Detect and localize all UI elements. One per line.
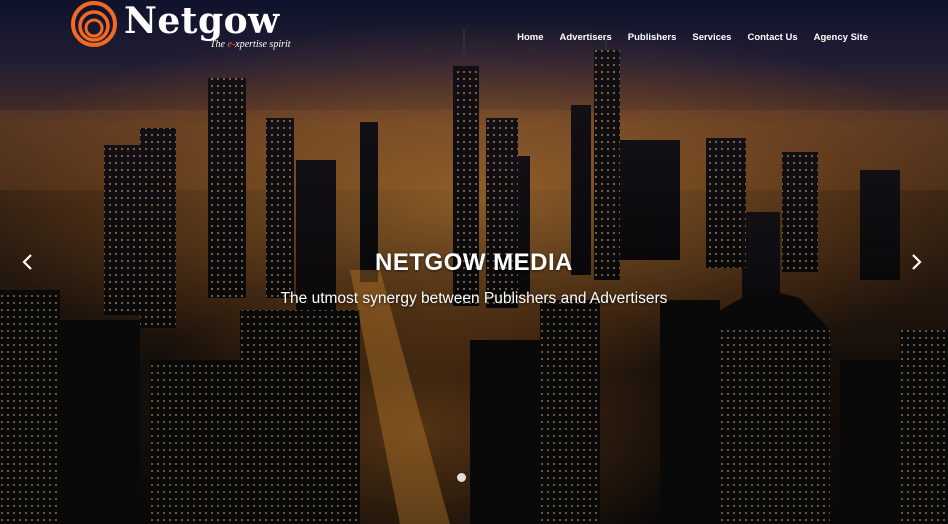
carousel-prev-button[interactable] [18, 252, 38, 272]
nav-advertisers[interactable]: Advertisers [552, 31, 620, 45]
tagline-suffix: xpertise spirit [235, 39, 291, 50]
hero-title: NETGOW MEDIA [375, 249, 573, 276]
carousel-indicator-dot[interactable] [457, 473, 466, 482]
carousel-next-button[interactable] [906, 252, 926, 272]
hero-subtitle: The utmost synergy between Publishers an… [280, 290, 668, 307]
brand-name: Netgow [124, 0, 280, 42]
logo-text: Netgow The e-xpertise spirit [124, 0, 291, 50]
main-nav: Home Advertisers Publishers Services Con… [509, 31, 876, 45]
brand-logo[interactable]: Netgow The e-xpertise spirit [70, 0, 291, 52]
brand-tagline: The e-xpertise spirit [210, 39, 291, 50]
chevron-left-icon [22, 254, 32, 270]
chevron-right-icon [912, 254, 922, 270]
site-header: Netgow The e-xpertise spirit Home Advert… [0, 0, 948, 70]
nav-home[interactable]: Home [509, 31, 551, 45]
nav-agency-site[interactable]: Agency Site [806, 31, 876, 45]
nav-services[interactable]: Services [684, 31, 739, 45]
tagline-prefix: The [210, 39, 228, 50]
nav-publishers[interactable]: Publishers [620, 31, 685, 45]
nav-contact-us[interactable]: Contact Us [739, 31, 805, 45]
logo-mark-icon [71, 1, 117, 47]
